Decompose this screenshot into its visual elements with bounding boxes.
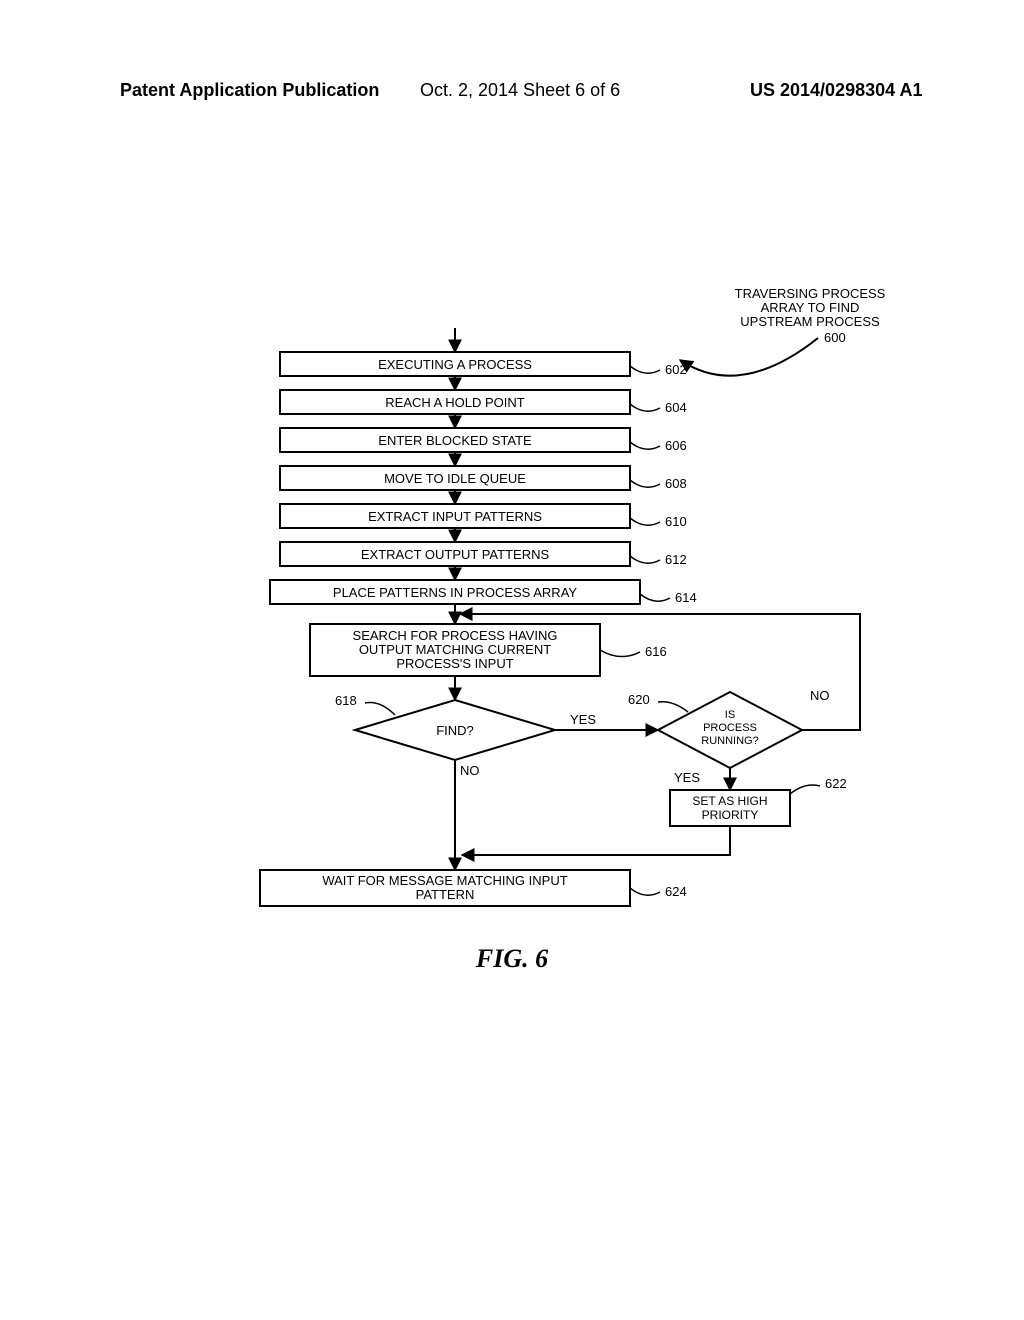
step-602-label: EXECUTING A PROCESS [378,357,532,372]
step-612-label: EXTRACT OUTPUT PATTERNS [361,547,550,562]
title-l3: UPSTREAM PROCESS [740,314,880,329]
d620-l1: IS [725,709,735,721]
step-608-label: MOVE TO IDLE QUEUE [384,471,526,486]
step-616: SEARCH FOR PROCESS HAVING OUTPUT MATCHIN… [310,624,667,676]
step-608: MOVE TO IDLE QUEUE 608 [280,466,687,491]
title-l2: ARRAY TO FIND [761,300,860,315]
step-612: EXTRACT OUTPUT PATTERNS 612 [280,542,687,567]
step-602: EXECUTING A PROCESS 602 [280,352,687,377]
ref-614: 614 [675,590,697,605]
ref-620: 620 [628,692,650,707]
d620-yes: YES [674,770,700,785]
ref-604: 604 [665,400,687,415]
ref-602: 602 [665,362,687,377]
ref-616: 616 [645,644,667,659]
step-624-l2: PATTERN [416,887,475,902]
figure-caption: FIG. 6 [0,944,1024,974]
step-616-l1: SEARCH FOR PROCESS HAVING [353,628,558,643]
ref-606: 606 [665,438,687,453]
step-614-label: PLACE PATTERNS IN PROCESS ARRAY [333,585,577,600]
step-614: PLACE PATTERNS IN PROCESS ARRAY 614 [270,580,697,605]
ref-608: 608 [665,476,687,491]
title-l1: TRAVERSING PROCESS [735,286,886,301]
step-616-l3: PROCESS'S INPUT [396,656,513,671]
step-622-l2: PRIORITY [702,808,759,822]
step-610-label: EXTRACT INPUT PATTERNS [368,509,542,524]
step-610: EXTRACT INPUT PATTERNS 610 [280,504,687,529]
step-616-l2: OUTPUT MATCHING CURRENT [359,642,551,657]
title-pointer [680,338,818,376]
step-622-l1: SET AS HIGH [692,794,767,808]
d620-l3: RUNNING? [701,735,758,747]
d620-no: NO [810,688,830,703]
ref-610: 610 [665,514,687,529]
d618-label: FIND? [436,723,474,738]
step-624: WAIT FOR MESSAGE MATCHING INPUT PATTERN … [260,870,687,906]
d618-yes: YES [570,712,596,727]
ref-612: 612 [665,552,687,567]
decision-618: FIND? 618 [335,693,555,760]
step-604-label: REACH A HOLD POINT [385,395,524,410]
ref-618: 618 [335,693,357,708]
step-624-l1: WAIT FOR MESSAGE MATCHING INPUT [322,873,567,888]
diagram-title: TRAVERSING PROCESS ARRAY TO FIND UPSTREA… [735,286,886,329]
d620-l2: PROCESS [703,722,757,734]
d618-no: NO [460,763,480,778]
step-604: REACH A HOLD POINT 604 [280,390,687,415]
step-606: ENTER BLOCKED STATE 606 [280,428,687,453]
ref-600: 600 [824,330,846,345]
flowchart: TRAVERSING PROCESS ARRAY TO FIND UPSTREA… [0,0,1024,1320]
ref-624: 624 [665,884,687,899]
ref-622: 622 [825,776,847,791]
step-606-label: ENTER BLOCKED STATE [378,433,532,448]
